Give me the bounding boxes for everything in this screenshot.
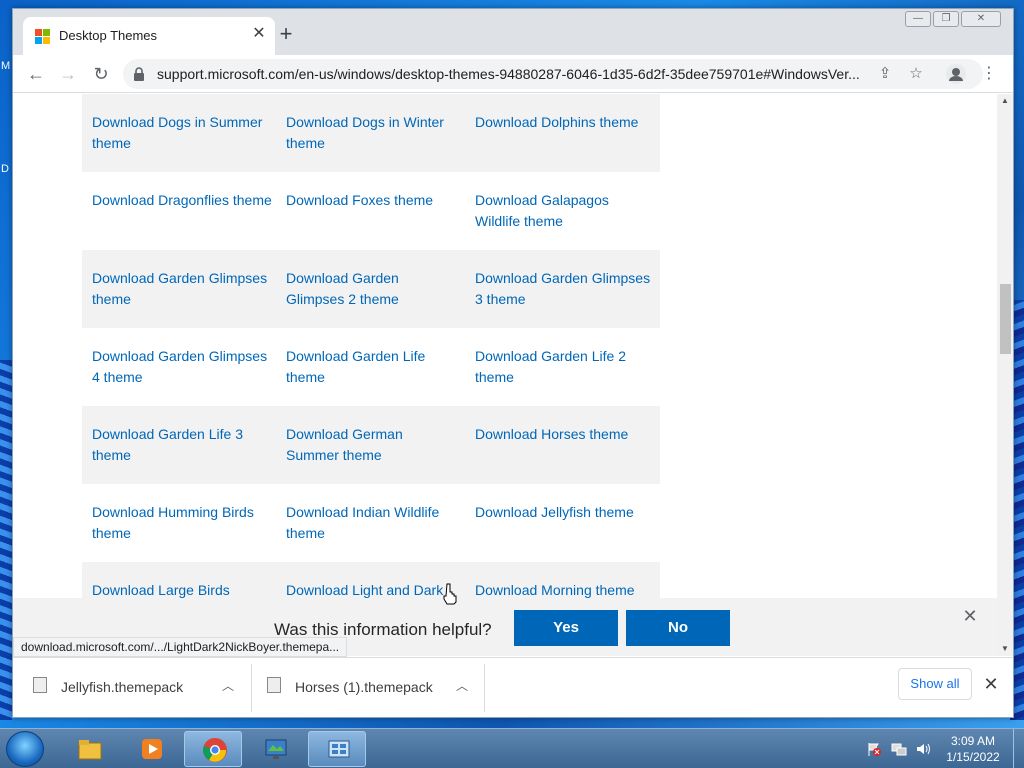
display-settings-icon	[265, 739, 287, 759]
clock-time: 3:09 AM	[950, 734, 996, 748]
table-row: Download Garden Life 3 theme Download Ger…	[82, 406, 660, 484]
volume-icon[interactable]	[915, 741, 931, 757]
back-arrow-icon[interactable]: ←	[24, 62, 48, 86]
url-text: support.microsoft.com/en-us/windows/desk…	[157, 66, 860, 82]
reload-icon[interactable]: ↻	[89, 62, 113, 86]
theme-download-link[interactable]: Download Garden Glimpses 3 theme	[475, 268, 655, 310]
download-shelf: Jellyfish.themepack ︿ Horses (1).themepa…	[13, 657, 1013, 717]
table-row: Download Large Birds Download Light and D…	[82, 562, 660, 598]
desktop-icon-label: D	[1, 163, 9, 175]
close-window-button[interactable]: ✕	[961, 11, 1001, 27]
file-explorer-taskbar-button[interactable]	[60, 731, 118, 767]
theme-download-link[interactable]: Download Morning theme	[475, 580, 655, 598]
table-row: Download Humming Birds theme Download Ind…	[82, 484, 660, 562]
theme-download-link[interactable]: Download Dolphins theme	[475, 112, 655, 133]
close-icon[interactable]: ✕	[981, 674, 1001, 694]
chrome-icon	[203, 738, 227, 762]
share-icon[interactable]: ⇪	[875, 64, 895, 84]
download-item[interactable]: Horses (1).themepack ︿	[257, 666, 485, 710]
control-panel-taskbar-button[interactable]	[308, 731, 366, 767]
theme-download-link[interactable]: Download Humming Birds theme	[92, 502, 272, 544]
tab-desktop-themes[interactable]: Desktop Themes ✕	[23, 17, 275, 55]
theme-download-link[interactable]: Download Dogs in Winter theme	[286, 112, 456, 154]
close-icon[interactable]: ✕	[962, 607, 978, 625]
download-item[interactable]: Jellyfish.themepack ︿	[23, 666, 251, 710]
microsoft-logo-icon	[35, 29, 51, 45]
chevron-up-icon[interactable]: ︿	[453, 677, 471, 695]
show-desktop-button[interactable]	[1013, 729, 1024, 768]
page-scrollbar[interactable]: ▲ ▼	[997, 94, 1013, 656]
minimize-button[interactable]: —	[905, 11, 931, 27]
profile-avatar-icon[interactable]	[946, 64, 966, 84]
theme-download-link[interactable]: Download Garden Life theme	[286, 346, 456, 388]
theme-download-link[interactable]: Download Dogs in Summer theme	[92, 112, 272, 154]
theme-download-link[interactable]: Download German Summer theme	[286, 424, 456, 466]
table-row: Download Dragonflies theme Download Foxes…	[82, 172, 660, 250]
kebab-menu-icon[interactable]: ⋮	[981, 64, 997, 84]
theme-download-link[interactable]: Download Large Birds	[92, 580, 272, 598]
desktop-icon-label: M	[1, 60, 11, 72]
hand-cursor-icon	[443, 583, 457, 605]
network-icon[interactable]	[891, 741, 907, 757]
yes-button[interactable]: Yes	[514, 610, 618, 646]
browser-toolbar: ← → ↻ support.microsoft.com/en-us/window…	[13, 55, 1013, 93]
download-filename: Jellyfish.themepack	[61, 679, 184, 695]
theme-download-link[interactable]: Download Foxes theme	[286, 190, 456, 211]
browser-window: Desktop Themes ✕ + — ❐ ✕ ← → ↻ support.m…	[12, 8, 1014, 718]
show-all-downloads-button[interactable]: Show all	[898, 668, 972, 700]
theme-download-link[interactable]: Download Horses theme	[475, 424, 655, 445]
scroll-up-arrow-icon[interactable]: ▲	[997, 94, 1013, 108]
clock-date: 1/15/2022	[946, 750, 1000, 764]
media-player-taskbar-button[interactable]	[122, 731, 180, 767]
folder-icon	[78, 740, 102, 760]
chrome-taskbar-button[interactable]	[184, 731, 242, 767]
lock-icon	[134, 67, 144, 81]
theme-download-link[interactable]: Download Garden Glimpses 2 theme	[286, 268, 456, 310]
action-center-flag-icon[interactable]	[866, 741, 882, 757]
page-content: Download Dogs in Summer theme Download Do…	[13, 94, 997, 598]
address-bar[interactable]: support.microsoft.com/en-us/windows/desk…	[123, 59, 983, 89]
media-player-icon	[142, 739, 162, 759]
new-tab-button[interactable]: +	[275, 23, 297, 46]
scroll-thumb[interactable]	[1000, 284, 1011, 354]
tab-strip: Desktop Themes ✕ + — ❐ ✕	[13, 9, 1013, 55]
divider	[251, 664, 252, 712]
star-bookmark-icon[interactable]: ☆	[906, 64, 926, 84]
theme-download-link[interactable]: Download Galapagos Wildlife theme	[475, 190, 655, 232]
table-row: Download Dogs in Summer theme Download Do…	[82, 94, 660, 172]
file-icon	[267, 677, 281, 693]
tab-title: Desktop Themes	[59, 28, 158, 43]
scroll-down-arrow-icon[interactable]: ▼	[997, 642, 1013, 656]
theme-download-link[interactable]: Download Indian Wildlife theme	[286, 502, 456, 544]
theme-download-link[interactable]: Download Garden Glimpses theme	[92, 268, 272, 310]
forward-arrow-icon[interactable]: →	[56, 62, 80, 86]
table-row: Download Garden Glimpses theme Download G…	[82, 250, 660, 328]
theme-download-link[interactable]: Download Garden Life 2 theme	[475, 346, 655, 388]
no-button[interactable]: No	[626, 610, 730, 646]
windows-start-icon[interactable]	[6, 731, 44, 767]
theme-download-link[interactable]: Download Light and Dark	[286, 580, 456, 598]
control-panel-icon	[328, 740, 350, 758]
close-icon[interactable]: ✕	[251, 25, 267, 43]
link-status-tooltip: download.microsoft.com/.../LightDark2Nic…	[13, 637, 348, 657]
file-icon	[33, 677, 47, 693]
theme-download-link[interactable]: Download Jellyfish theme	[475, 502, 655, 523]
chevron-up-icon[interactable]: ︿	[219, 677, 237, 695]
system-clock[interactable]: 3:09 AM 1/15/2022	[940, 733, 1006, 765]
desktop-wallpaper-stripe-left	[0, 360, 12, 720]
table-row: Download Garden Glimpses 4 theme Download…	[82, 328, 660, 406]
personalization-taskbar-button[interactable]	[246, 731, 304, 767]
window-controls: — ❐ ✕	[905, 11, 1001, 29]
download-filename: Horses (1).themepack	[295, 679, 433, 695]
maximize-button[interactable]: ❐	[933, 11, 959, 27]
divider	[484, 664, 485, 712]
taskbar: 3:09 AM 1/15/2022	[0, 728, 1024, 768]
theme-download-link[interactable]: Download Garden Glimpses 4 theme	[92, 346, 272, 388]
themes-table: Download Dogs in Summer theme Download Do…	[82, 94, 660, 598]
theme-download-link[interactable]: Download Dragonflies theme	[92, 190, 272, 211]
theme-download-link[interactable]: Download Garden Life 3 theme	[92, 424, 272, 466]
